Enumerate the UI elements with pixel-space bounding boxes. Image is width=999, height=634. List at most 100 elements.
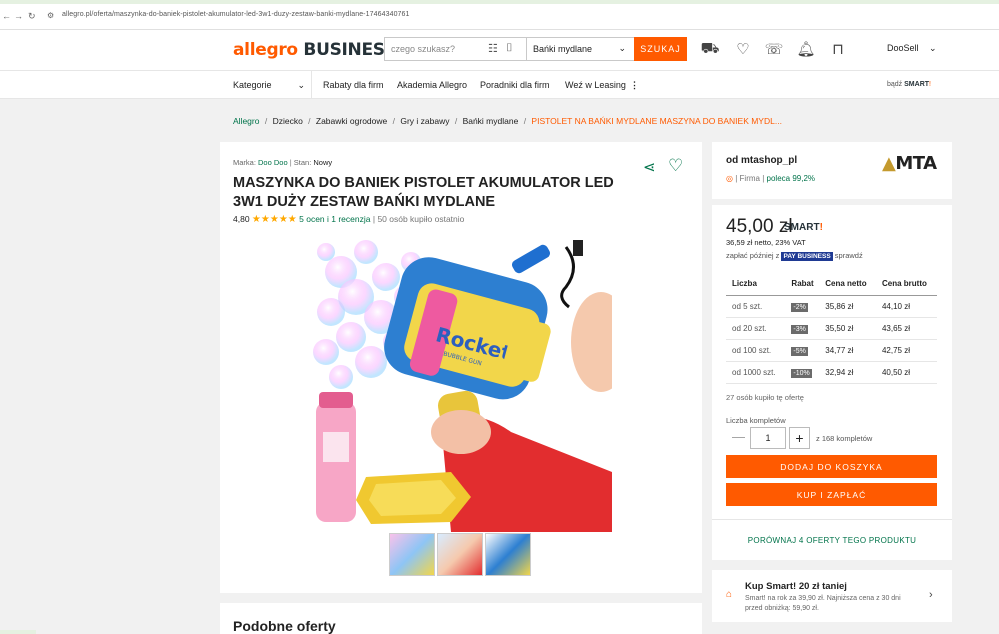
breadcrumb-separator: / <box>390 116 398 126</box>
filter-icon[interactable]: ☷ <box>488 42 498 55</box>
search-category-label: Bańki mydlane <box>533 44 593 54</box>
more-icon[interactable]: ⋮ <box>630 80 639 91</box>
nav-categories-label: Kategorie <box>233 80 272 90</box>
chevron-right-icon[interactable]: › <box>929 589 933 601</box>
buy-now-button[interactable]: KUP I ZAPŁAĆ <box>726 483 937 506</box>
search-input[interactable]: czego szukasz? <box>391 44 455 54</box>
tier-gross: 43,65 zł <box>875 317 937 340</box>
heart-icon[interactable]: ♡ <box>733 40 753 58</box>
smart-badge-label: SMART <box>784 222 820 233</box>
smart-prefix: bądź <box>887 81 903 88</box>
nav-item-akademia[interactable]: Akademia Allegro <box>397 80 467 90</box>
breadcrumb-item[interactable]: Bańki mydlane <box>463 116 519 126</box>
stock-info: z 168 kompletów <box>816 434 873 443</box>
smart-label: SMART <box>904 81 930 88</box>
bell-icon[interactable]: 🔔︎ <box>796 40 816 58</box>
breadcrumb-separator: / <box>262 116 270 126</box>
condition-label: Stan: <box>293 158 312 167</box>
qty-input[interactable]: 1 <box>750 427 786 449</box>
heart-icon[interactable]: ♡ <box>668 156 683 176</box>
award-icon: ◎ <box>726 174 733 183</box>
rating-row: 4,80 ★★★★★ 5 ocen i 1 recenzja | 50 osób… <box>233 214 464 225</box>
breadcrumb: Allegro / Dziecko / Zabawki ogrodowe / G… <box>233 116 785 126</box>
add-to-cart-button[interactable]: DODAJ DO KOSZYKA <box>726 455 937 478</box>
search-category-select[interactable]: Bańki mydlane ⌄ <box>526 38 634 60</box>
nav-item-poradniki[interactable]: Poradniki dla firm <box>480 80 550 90</box>
paylater: zapłać później z PAY BUSINESS sprawdź <box>726 251 863 261</box>
user-menu[interactable]: DooSell ⌄ <box>887 43 937 54</box>
nav-item-leasing[interactable]: Weź w Leasing <box>565 80 626 90</box>
seller-logo[interactable]: ▲MTA <box>882 153 937 174</box>
site-info-icon[interactable]: ⚙ <box>47 11 54 20</box>
thumbnail-3[interactable] <box>485 533 531 576</box>
tier-qty: od 100 szt. <box>726 339 786 362</box>
paylater-prefix: zapłać później z <box>726 251 780 260</box>
share-icon[interactable]: ⋖ <box>643 158 656 176</box>
logo-business: BUSINESS <box>303 40 396 60</box>
seller-logo-text: MTA <box>895 153 937 174</box>
breadcrumb-item[interactable]: Gry i zabawy <box>400 116 449 126</box>
search-button[interactable]: SZUKAJ <box>634 37 687 61</box>
truck-icon[interactable]: ⛟ <box>700 40 720 58</box>
nav-categories[interactable]: Kategorie ⌄ <box>233 80 305 91</box>
table-header-row: Liczba Rabat Cena netto Cena brutto <box>726 273 937 296</box>
back-icon[interactable]: ← <box>2 11 11 21</box>
minus-icon[interactable]: — <box>732 429 745 444</box>
brand-link[interactable]: Doo Doo <box>258 158 288 167</box>
chevron-down-icon: ⌄ <box>929 43 937 53</box>
nav-item-rabaty[interactable]: Rabaty dla firm <box>323 80 384 90</box>
smart-promo-link[interactable]: bądź SMART! <box>887 81 931 88</box>
product-meta: Marka: Doo Doo | Stan: Nowy <box>233 158 332 167</box>
tier-gross: 44,10 zł <box>875 295 937 318</box>
smart-badge-icon: ! <box>929 81 931 88</box>
chevron-down-icon: ⌄ <box>618 43 626 53</box>
smart-promo-title: Kup Smart! 20 zł taniej <box>745 581 847 592</box>
breadcrumb-separator: / <box>305 116 313 126</box>
seller-type: Firma <box>739 174 760 183</box>
breadcrumb-item[interactable]: Allegro <box>233 116 259 126</box>
price-main: 45,00 zł <box>726 216 793 237</box>
product-image[interactable]: Rocket BUBBLE GUN <box>311 232 612 532</box>
star-icon: ★★★★★ <box>251 214 297 225</box>
tier-net: 35,50 zł <box>819 317 876 340</box>
address-bar[interactable]: allegro.pl/oferta/maszynka-do-baniek-pis… <box>62 11 410 18</box>
seller-name[interactable]: od mtashop_pl <box>726 155 797 166</box>
breadcrumb-item[interactable]: Zabawki ogrodowe <box>316 116 387 126</box>
column-header: Rabat <box>785 273 820 296</box>
chevron-down-icon: ⌄ <box>297 80 306 90</box>
tier-net: 32,94 zł <box>819 361 876 384</box>
chat-icon[interactable]: ☏ <box>764 40 784 58</box>
tier-discount: -10% <box>791 368 812 378</box>
breadcrumb-item[interactable]: Dziecko <box>273 116 303 126</box>
smart-tag-icon: ⌂ <box>726 589 733 600</box>
thumbnail-1[interactable] <box>389 533 435 576</box>
tier-discount: -3% <box>791 324 808 334</box>
seller-recommend[interactable]: poleca 99,2% <box>767 174 815 183</box>
column-header: Cena brutto <box>875 273 937 296</box>
table-row: od 100 szt. -5% 34,77 zł 42,75 zł <box>726 339 937 362</box>
tab-strip <box>0 0 999 4</box>
logo-brand: allegro <box>233 40 298 60</box>
smart-promo-text: Smart! na rok za 39,90 zł. Najniższa cen… <box>745 595 901 612</box>
paylater-check-link[interactable]: sprawdź <box>835 251 863 260</box>
bought-offer: 27 osób kupiło tę ofertę <box>726 393 804 402</box>
tier-qty: od 1000 szt. <box>726 361 786 384</box>
bought-recently: 50 osób kupiło ostatnio <box>377 214 465 224</box>
seller-info: ◎ | Firma | poleca 99,2% <box>726 174 815 183</box>
tier-gross: 40,50 zł <box>875 361 937 384</box>
product-title: MASZYNKA DO BANIEK PISTOLET AKUMULATOR L… <box>233 175 614 210</box>
breadcrumb-current: PISTOLET NA BAŃKI MYDLANE MASZYNA DO BAN… <box>531 116 782 126</box>
user-name: DooSell <box>887 43 919 53</box>
cart-icon[interactable]: ⊓ <box>828 40 848 58</box>
search-bar: czego szukasz? ☷ ⌷ Bańki mydlane ⌄ SZUKAJ <box>384 37 687 61</box>
plus-icon[interactable]: + <box>789 427 810 449</box>
similar-title: Podobne oferty <box>233 618 336 634</box>
forward-icon[interactable]: → <box>14 11 23 21</box>
compare-offers-link[interactable]: PORÓWNAJ 4 OFERTY TEGO PRODUKTU <box>712 536 952 545</box>
logo[interactable]: allegro BUSINESS <box>233 40 396 60</box>
reload-icon[interactable]: ↻ <box>28 11 36 22</box>
brand-label: Marka: <box>233 158 256 167</box>
camera-icon[interactable]: ⌷ <box>506 42 513 55</box>
reviews-link[interactable]: 5 ocen i 1 recenzja <box>299 214 370 224</box>
thumbnail-2[interactable] <box>437 533 483 576</box>
